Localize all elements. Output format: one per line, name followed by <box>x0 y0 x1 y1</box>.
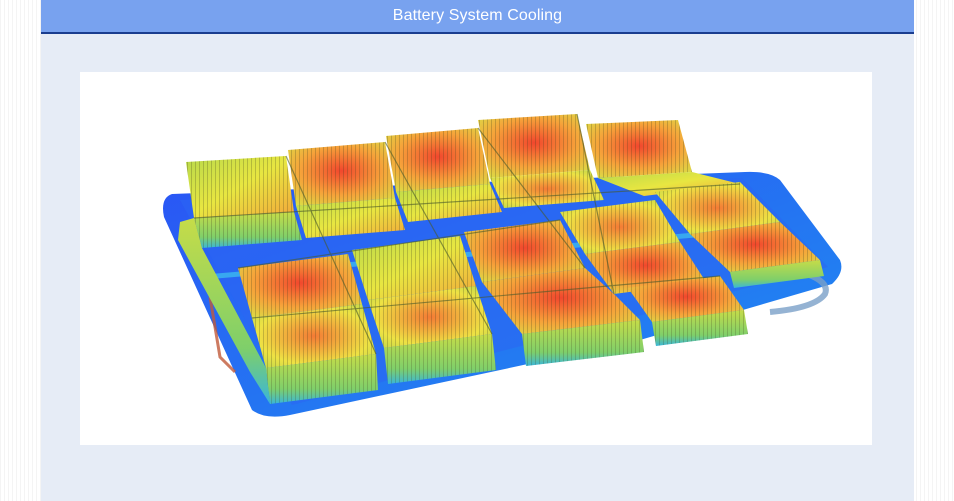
content-panel: Battery System Cooling <box>41 0 914 501</box>
battery-pack-illustration <box>163 113 842 417</box>
page-title: Battery System Cooling <box>392 7 563 24</box>
page: Battery System Cooling <box>0 0 954 501</box>
header-bar: Battery System Cooling <box>41 0 914 34</box>
battery-cooling-image <box>80 72 872 445</box>
